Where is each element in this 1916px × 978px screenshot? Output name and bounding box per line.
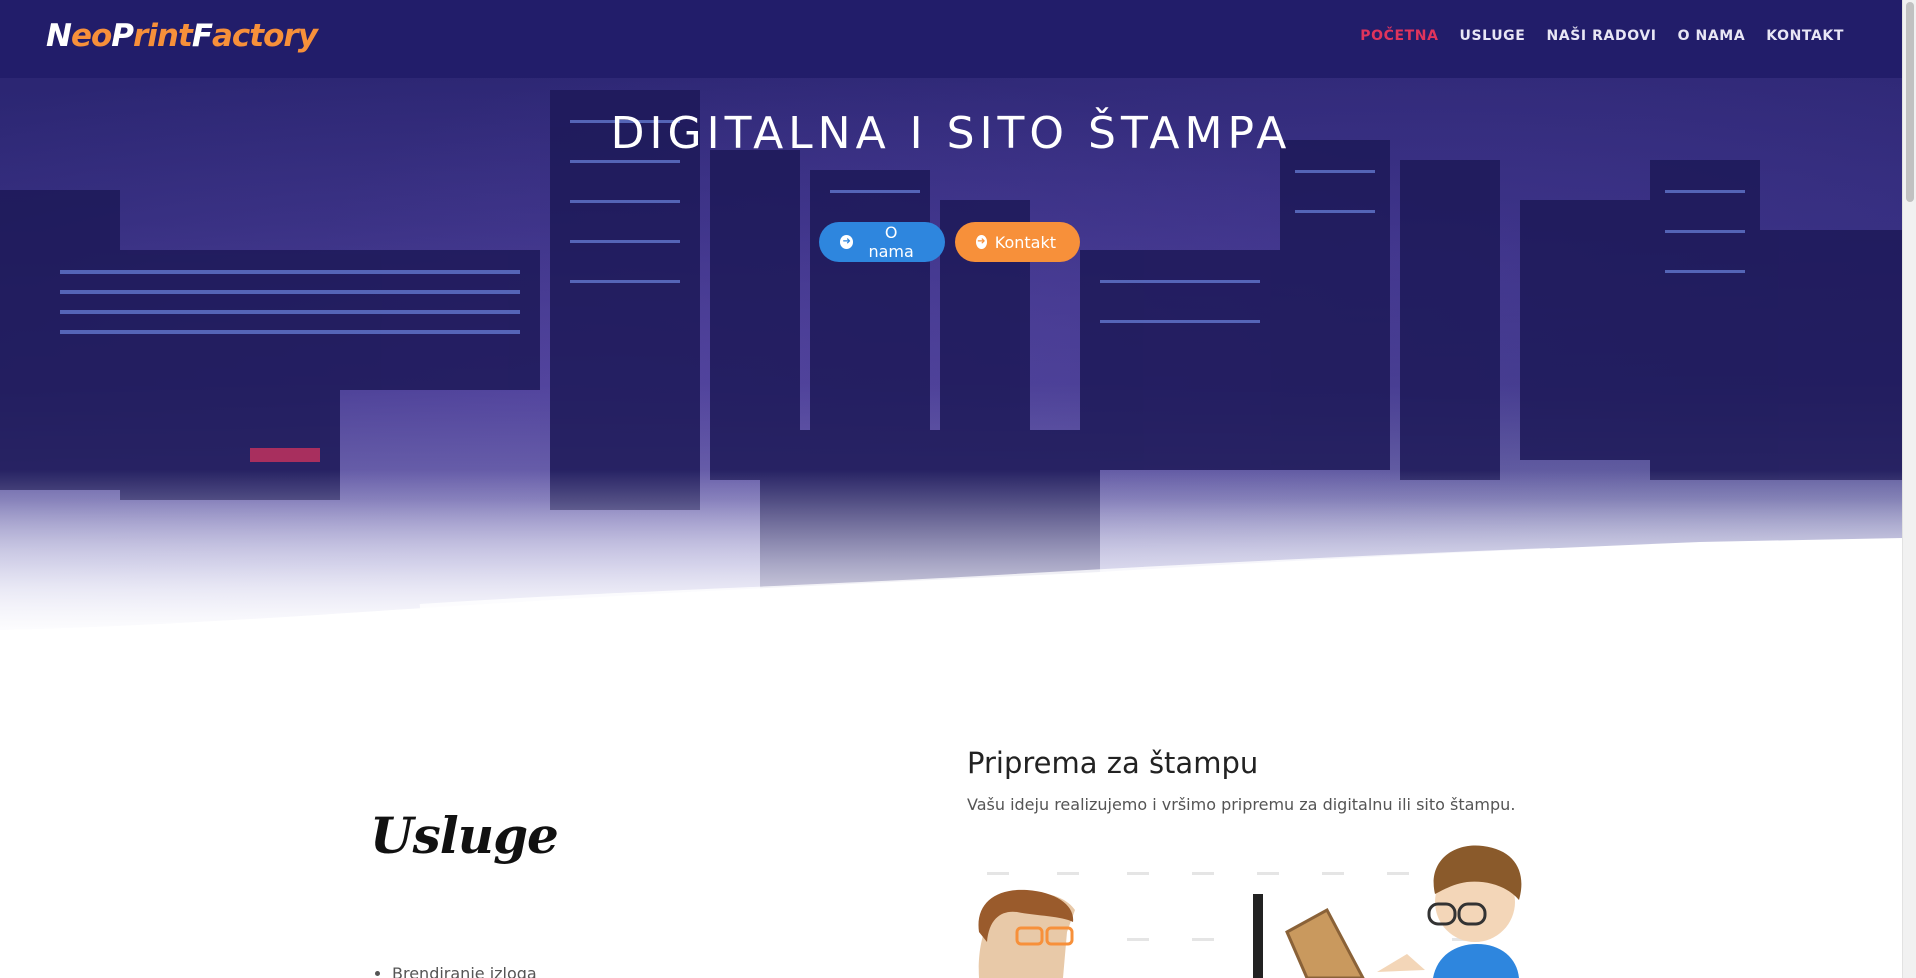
logo-part: P <box>111 18 134 54</box>
logo-part: F <box>191 18 213 54</box>
nav-item-o-nama[interactable]: O NAMA <box>1678 28 1746 44</box>
logo-part: eo <box>70 18 112 54</box>
logo-part: N <box>46 18 72 54</box>
hero-section: DIGITALNA I SITO ŠTAMPA ➜ O nama ➜ Konta… <box>0 0 1902 640</box>
list-item: Brendiranje izloga <box>392 964 537 978</box>
services-heading: Usluge <box>370 806 559 865</box>
prep-title: Priprema za štampu <box>967 746 1259 780</box>
logo-part: rint <box>133 18 193 54</box>
nav-item-nasi-radovi[interactable]: NAŠI RADOVI <box>1546 28 1656 44</box>
page-scrollbar[interactable] <box>1902 0 1916 978</box>
site-logo[interactable]: Neo Print Factory <box>46 18 318 58</box>
print-prep-illustration <box>978 845 1522 978</box>
about-button-label: O nama <box>868 223 914 261</box>
about-button[interactable]: ➜ O nama <box>819 222 945 262</box>
main-nav: POČETNA USLUGE NAŠI RADOVI O NAMA KONTAK… <box>1360 28 1844 44</box>
services-list: Brendiranje izloga <box>392 964 537 978</box>
contact-button[interactable]: ➜ Kontakt <box>955 222 1080 262</box>
logo-part: actory <box>212 18 318 54</box>
prep-description: Vašu ideju realizujemo i vršimo pripremu… <box>967 795 1516 814</box>
nav-item-pocetna[interactable]: POČETNA <box>1360 28 1438 44</box>
brush-stroke-divider <box>0 538 1902 640</box>
scrollbar-thumb[interactable] <box>1906 2 1914 202</box>
nav-item-usluge[interactable]: USLUGE <box>1460 28 1526 44</box>
navbar: Neo Print Factory POČETNA USLUGE NAŠI RADO… <box>0 0 1902 78</box>
arrow-circle-right-icon: ➜ <box>840 235 854 249</box>
nav-item-kontakt[interactable]: KONTAKT <box>1766 28 1844 44</box>
contact-button-label: Kontakt <box>994 232 1056 252</box>
hero-buttons: ➜ O nama ➜ Kontakt <box>819 222 1080 262</box>
hero-title: DIGITALNA I SITO ŠTAMPA <box>610 108 1292 159</box>
page: DIGITALNA I SITO ŠTAMPA ➜ O nama ➜ Konta… <box>0 0 1916 978</box>
arrow-circle-right-icon: ➜ <box>976 235 987 249</box>
